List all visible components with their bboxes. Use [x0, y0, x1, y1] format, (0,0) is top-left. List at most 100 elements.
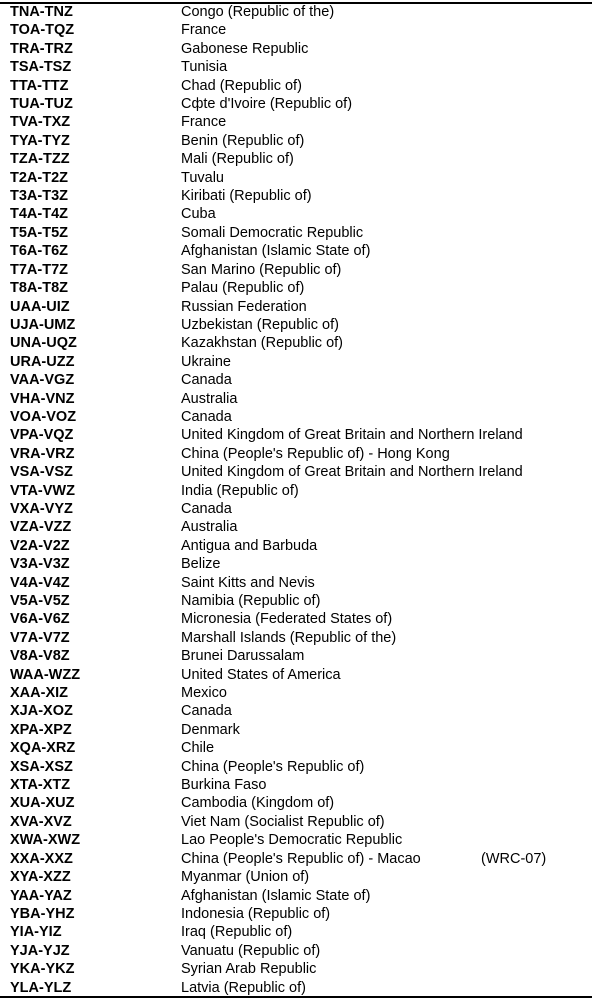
country-name: Australia [181, 519, 238, 536]
table-row: T3A-T3Z Kiribati (Republic of) [0, 187, 592, 205]
country-name: Gabonese Republic [181, 40, 309, 57]
table-row: V6A-V6Z Micronesia (Federated States of) [0, 610, 592, 628]
call-sign-range: V4A-V4Z [10, 574, 70, 591]
table-row: T2A-T2Z Tuvalu [0, 169, 592, 187]
country-name: Tuvalu [181, 169, 224, 186]
call-sign-range: URA-UZZ [10, 353, 75, 370]
call-sign-range: VXA-VYZ [10, 500, 73, 517]
table-row: VZA-VZZ Australia [0, 518, 592, 536]
call-sign-range: XXA-XXZ [10, 850, 73, 867]
call-sign-range: T3A-T3Z [10, 188, 68, 205]
call-sign-range: V3A-V3Z [10, 556, 70, 573]
call-sign-range: XVA-XVZ [10, 813, 72, 830]
table-row: VXA-VYZ Canada [0, 500, 592, 518]
call-sign-table: TNA-TNZ Congo (Republic of the) TOA-TQZ Fra… [0, 3, 592, 997]
country-name: Mali (Republic of) [181, 151, 294, 168]
call-sign-range: V5A-V5Z [10, 593, 70, 609]
call-sign-range: V6A-V6Z [10, 611, 70, 628]
call-sign-range: XYA-XZZ [10, 869, 71, 886]
call-sign-range: VOA-VOZ [10, 408, 77, 425]
call-sign-range: UAA-UIZ [10, 298, 70, 315]
country-name: Micronesia (Federated States of) [181, 611, 393, 628]
table-row: TNA-TNZ Congo (Republic of the) [0, 3, 592, 21]
country-name: Canada [181, 372, 232, 389]
country-name: Chad (Republic of) [181, 77, 302, 94]
call-sign-range: TNA-TNZ [10, 4, 73, 20]
call-sign-range: XAA-XIZ [10, 685, 68, 702]
country-name: China (People's Republic of) [181, 758, 365, 775]
call-sign-range: V8A-V8Z [10, 648, 70, 665]
table-row: VRA-VRZ China (People's Republic of) - Ho… [0, 445, 592, 463]
country-name: Mexico [181, 685, 227, 702]
call-sign-range: TRA-TRZ [10, 40, 73, 57]
table-row: V3A-V3Z Belize [0, 555, 592, 573]
table-row: T7A-T7Z San Marino (Republic of) [0, 261, 592, 279]
table-row: XSA-XSZ China (People's Republic of) [0, 758, 592, 776]
call-sign-range: VRA-VRZ [10, 445, 75, 462]
country-name: France [181, 22, 227, 39]
country-name: China (People's Republic of) - Hong Kong [181, 445, 450, 462]
call-sign-range: T5A-T5Z [10, 224, 68, 241]
table-row: T4A-T4Z Cuba [0, 205, 592, 223]
call-sign-range: UJA-UMZ [10, 316, 76, 333]
table-row: YKA-YKZ Syrian Arab Republic [0, 960, 592, 978]
table-row: XUA-XUZ Cambodia (Kingdom of) [0, 794, 592, 812]
call-sign-range: T7A-T7Z [10, 261, 68, 278]
country-name: China (People's Republic of) - Macao [181, 850, 421, 867]
country-name: Myanmar (Union of) [181, 869, 310, 886]
table-row: T6A-T6Z Afghanistan (Islamic State of) [0, 242, 592, 260]
country-name: Namibia (Republic of) [181, 593, 321, 609]
country-name: Kazakhstan (Republic of) [181, 335, 343, 352]
country-name: Latvia (Republic of) [181, 979, 306, 996]
table-row: YJA-YJZ Vanuatu (Republic of) [0, 942, 592, 960]
country-name: Cuba [181, 206, 216, 223]
country-name: Palau (Republic of) [181, 280, 305, 297]
country-name: Ukraine [181, 353, 231, 370]
call-sign-range: WAA-WZZ [10, 666, 81, 683]
table-row: YIA-YIZ Iraq (Republic of) [0, 923, 592, 941]
call-sign-range: TYA-TYZ [10, 132, 70, 149]
country-name: Benin (Republic of) [181, 132, 305, 149]
call-sign-range: T8A-T8Z [10, 280, 68, 297]
table-row: TOA-TQZ France [0, 21, 592, 39]
call-sign-range: TUA-TUZ [10, 96, 73, 113]
country-name: Kiribati (Republic of) [181, 188, 312, 205]
table-row: TTA-TTZ Chad (Republic of) [0, 77, 592, 95]
table-row: VAA-VGZ Canada [0, 371, 592, 389]
table-bottom-rule [0, 996, 592, 998]
table-row: VHA-VNZ Australia [0, 390, 592, 408]
call-sign-range: XTA-XTZ [10, 777, 71, 794]
country-name: Lao People's Democratic Republic [181, 832, 403, 849]
call-sign-range: YKA-YKZ [10, 961, 75, 978]
table-row: T5A-T5Z Somali Democratic Republic [0, 224, 592, 242]
call-sign-range: V2A-V2Z [10, 537, 70, 554]
country-name: Belize [181, 556, 221, 573]
call-sign-range: YIA-YIZ [10, 924, 62, 941]
call-sign-range: T6A-T6Z [10, 243, 68, 260]
call-sign-range: VZA-VZZ [10, 519, 72, 536]
table-row: UNA-UQZ Kazakhstan (Republic of) [0, 334, 592, 352]
call-sign-range: TVA-TXZ [10, 114, 71, 131]
table-row: T8A-T8Z Palau (Republic of) [0, 279, 592, 297]
table-row: XVA-XVZ Viet Nam (Socialist Republic of) [0, 813, 592, 831]
country-name: Afghanistan (Islamic State of) [181, 887, 371, 904]
table-row: TRA-TRZ Gabonese Republic [0, 40, 592, 58]
call-sign-range: YBA-YHZ [10, 905, 75, 922]
country-name: India (Republic of) [181, 482, 299, 499]
table-row: TUA-TUZ Cфte d'Ivoire (Republic of) [0, 95, 592, 113]
revision-note: (WRC-07) [481, 850, 547, 867]
call-sign-range: XQA-XRZ [10, 740, 76, 757]
table-row: V5A-V5Z Namibia (Republic of) [0, 592, 592, 610]
call-sign-range: TZA-TZZ [10, 151, 70, 168]
country-name: United States of America [181, 666, 341, 683]
table-row: WAA-WZZ United States of America [0, 666, 592, 684]
country-name: Congo (Republic of the) [181, 4, 335, 20]
table-row: YLA-YLZ Latvia (Republic of) [0, 979, 592, 997]
table-row: YAA-YAZ Afghanistan (Islamic State of) [0, 887, 592, 905]
call-sign-range: V7A-V7Z [10, 629, 70, 646]
call-sign-range: XUA-XUZ [10, 795, 75, 812]
table-row: VSA-VSZ United Kingdom of Great Britain a… [0, 463, 592, 481]
call-sign-range: TOA-TQZ [10, 22, 75, 39]
country-name: Cambodia (Kingdom of) [181, 795, 335, 812]
table-row: UAA-UIZ Russian Federation [0, 298, 592, 316]
